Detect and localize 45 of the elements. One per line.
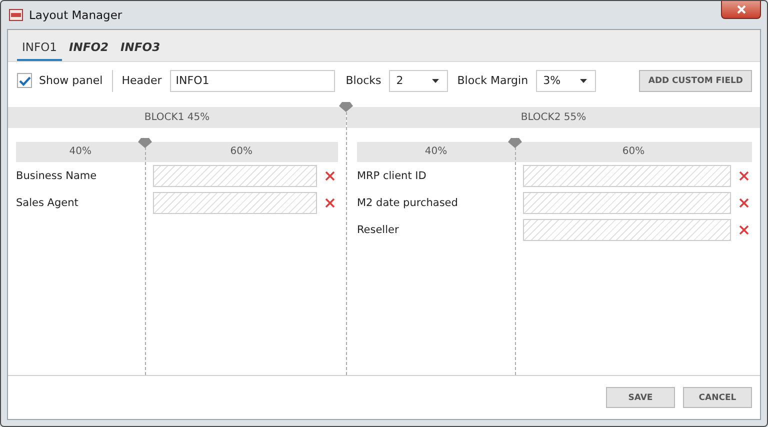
close-button[interactable] [721, 1, 761, 19]
column-header: 40% [424, 145, 448, 159]
field-label: Business Name [16, 170, 98, 182]
field-slot[interactable] [522, 218, 731, 240]
close-icon [736, 5, 746, 14]
checkbox[interactable] [17, 73, 32, 88]
tab[interactable]: INFO1 [17, 30, 62, 61]
delete-icon[interactable] [739, 224, 749, 234]
dropdown[interactable]: 2 [389, 70, 448, 92]
column-header: 60% [621, 145, 646, 159]
field-slot[interactable] [522, 192, 731, 214]
splitter-handle[interactable] [508, 138, 522, 148]
dialog-button[interactable]: CANCEL [683, 387, 752, 408]
field-slot[interactable] [522, 164, 731, 186]
field-label: M2 date purchased [356, 196, 459, 208]
delete-icon[interactable] [739, 198, 749, 208]
dropdown[interactable]: 3% [536, 70, 596, 92]
delete-icon[interactable] [739, 170, 749, 180]
splitter-handle[interactable] [138, 138, 152, 148]
delete-icon[interactable] [324, 170, 335, 180]
column-header: 60% [229, 145, 254, 159]
block-header: BLOCK1 45% [8, 107, 346, 128]
window-title: Layout Manager [29, 8, 122, 22]
checkmark-icon [18, 76, 30, 86]
field-slot[interactable] [152, 164, 317, 186]
app-icon [9, 9, 23, 21]
delete-icon[interactable] [324, 198, 335, 208]
tab[interactable]: INFO2 [64, 30, 114, 61]
caret-icon [580, 78, 588, 82]
field-label: Reseller [356, 224, 400, 236]
field-label: Block Margin [457, 74, 528, 87]
dialog-button[interactable]: SAVE [606, 387, 675, 408]
add-custom-field-button[interactable]: ADD CUSTOM FIELD [639, 70, 752, 92]
column-header: 40% [68, 145, 92, 159]
header-input[interactable]: INFO1 [170, 70, 335, 92]
splitter-handle[interactable] [339, 102, 354, 112]
field-label: Sales Agent [16, 196, 80, 208]
caret-icon [432, 78, 440, 82]
block-header: BLOCK2 55% [346, 107, 760, 128]
checkbox-label: Show panel [39, 74, 103, 87]
tab[interactable]: INFO3 [116, 30, 166, 61]
field-label: MRP client ID [356, 170, 428, 182]
field-label: Blocks [346, 74, 382, 87]
field-label: Header [122, 74, 162, 87]
field-slot[interactable] [152, 192, 317, 214]
